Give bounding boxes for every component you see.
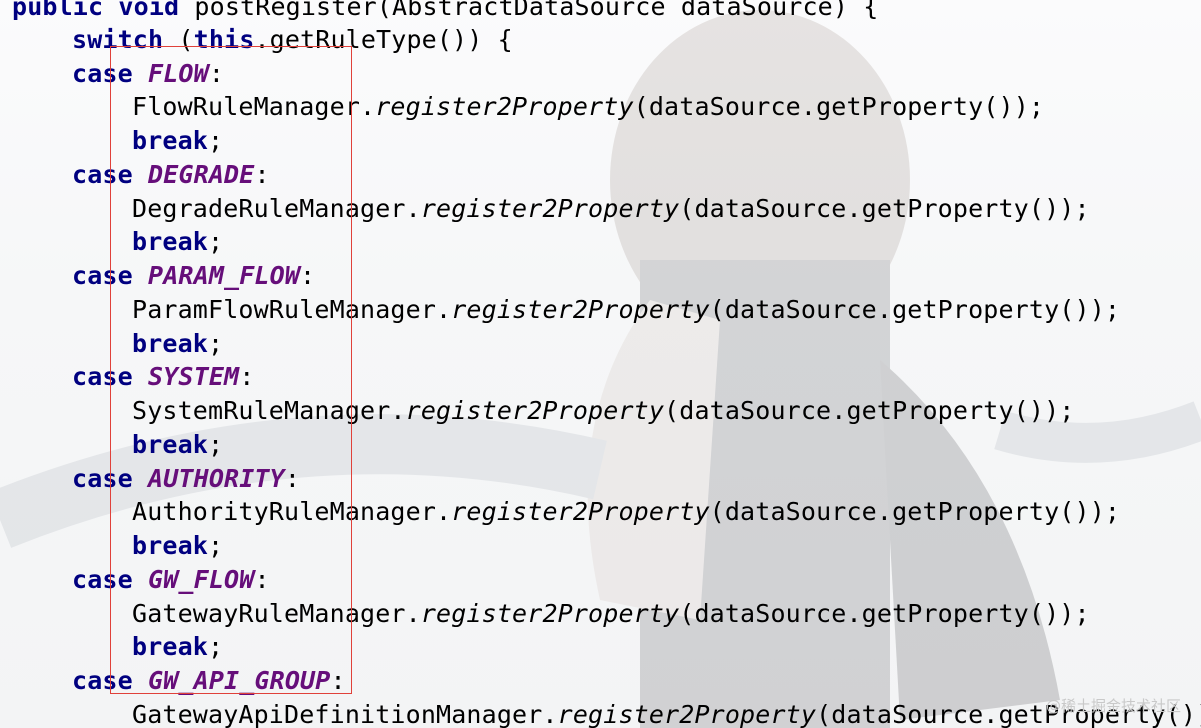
code-editor[interactable]: public void postRegister(AbstractDataSou… [0, 0, 1201, 728]
code-line-22: GatewayApiDefinitionManager.register2Pro… [132, 700, 1201, 728]
highlight-annotation-box [110, 46, 352, 694]
code-line-1: public void postRegister(AbstractDataSou… [12, 0, 879, 21]
watermark-text: @稀土掘金技术社区 [1045, 697, 1181, 715]
